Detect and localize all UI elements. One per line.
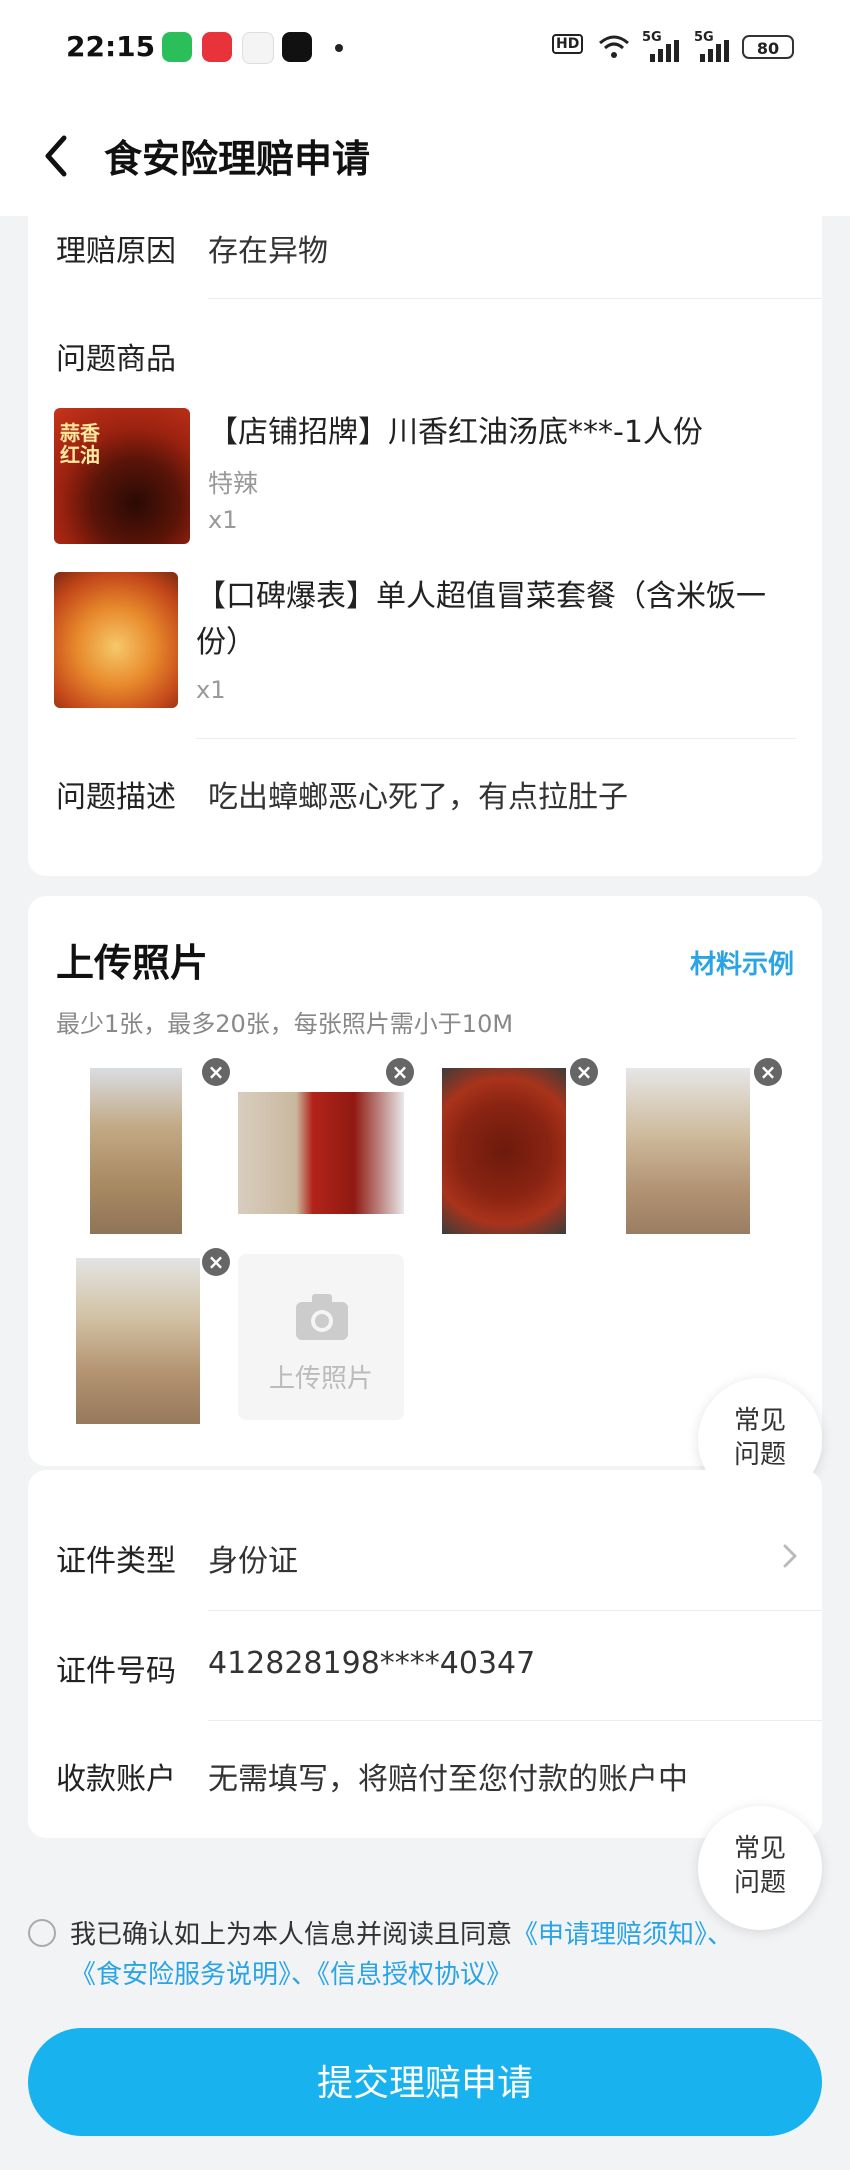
product-quantity: x1 (196, 676, 226, 704)
back-icon[interactable] (36, 126, 76, 186)
product-name: 【店铺招牌】川香红油汤底***-1人份 (208, 415, 703, 450)
account-value: 无需填写，将赔付至您付款的账户中 (208, 1762, 688, 1797)
agreement-prefix: 我已确认如上为本人信息并阅读且同意 (70, 1920, 513, 1950)
hd-icon: HD (552, 34, 584, 54)
claim-notice-link[interactable]: 《申请理赔须知》 (512, 1920, 707, 1950)
faq-label: 问题 (733, 1868, 786, 1898)
material-example-link[interactable]: 材料示例 (690, 944, 794, 981)
faq-label: 常见 (733, 1834, 786, 1864)
divider (208, 1720, 822, 1721)
remove-photo-icon[interactable]: × (386, 1058, 414, 1086)
reason-value: 存在异物 (208, 234, 328, 269)
product-quantity: x1 (208, 506, 238, 534)
upload-photo-button[interactable]: 上传照片 (238, 1254, 404, 1420)
upload-photo-label: 上传照片 (268, 1364, 373, 1394)
divider (196, 738, 796, 739)
tiktok-icon (282, 32, 312, 62)
remove-photo-icon[interactable]: × (570, 1058, 598, 1086)
authorization-agreement-link[interactable]: 《信息授权协议》 (317, 1960, 512, 1990)
product-image: 蒜香红油 (54, 408, 190, 544)
description-value: 吃出蟑螂恶心死了，有点拉肚子 (208, 780, 628, 815)
id-type-label: 证件类型 (56, 1544, 176, 1579)
upload-hint: 最少1张，最多20张，每张照片需小于10M (56, 1010, 514, 1038)
product-name: 【口碑爆表】单人超值冒菜套餐（含米饭一份） (196, 579, 766, 660)
wifi-icon (599, 35, 629, 58)
description-label: 问题描述 (56, 780, 176, 815)
product-image-label: 蒜香红油 (60, 421, 100, 467)
agreement-separator: 、 (291, 1960, 318, 1990)
remove-photo-icon[interactable]: × (202, 1058, 230, 1086)
app-notification-icon (202, 32, 232, 62)
signal-bars-icon (650, 40, 679, 62)
nav-bar: 食安险理赔申请 (0, 96, 850, 216)
app-notification-icon (162, 32, 192, 62)
status-bar: 22:15 HD 5G 5G 80 (0, 0, 850, 96)
faq-label: 问题 (733, 1440, 786, 1470)
id-number-value: 412828198****40347 (208, 1646, 536, 1681)
photo-thumbnail[interactable] (238, 1092, 404, 1214)
identity-card: 证件类型 身份证 证件号码 412828198****40347 收款账户 无需… (28, 1470, 822, 1838)
reason-label: 理赔原因 (56, 234, 176, 269)
id-number-label: 证件号码 (56, 1654, 176, 1689)
camera-icon (296, 1294, 348, 1340)
claim-info-card: 理赔原因 存在异物 问题商品 蒜香红油 【店铺招牌】川香红油汤底***-1人份 … (28, 216, 822, 876)
agreement-checkbox[interactable] (28, 1919, 56, 1947)
app-notification-icon (242, 32, 274, 64)
photo-thumbnail[interactable] (90, 1068, 182, 1234)
account-label: 收款账户 (56, 1762, 176, 1797)
divider (208, 298, 822, 299)
remove-photo-icon[interactable]: × (754, 1058, 782, 1086)
chevron-right-icon[interactable] (780, 1540, 800, 1572)
products-label: 问题商品 (56, 342, 176, 377)
divider (208, 1610, 822, 1611)
photo-thumbnail[interactable] (442, 1068, 566, 1234)
page-title: 食安险理赔申请 (104, 137, 371, 181)
id-type-value[interactable]: 身份证 (208, 1536, 298, 1580)
submit-claim-button[interactable]: 提交理赔申请 (28, 2028, 822, 2136)
battery-icon: 80 (742, 35, 794, 59)
upload-photos-card: 上传照片 材料示例 最少1张，最多20张，每张照片需小于10M × × × × … (28, 896, 822, 1466)
service-description-link[interactable]: 《食安险服务说明》 (70, 1960, 291, 1990)
upload-title: 上传照片 (56, 941, 209, 985)
agreement-text: 我已确认如上为本人信息并阅读且同意《申请理赔须知》、 《食安险服务说明》、《信息… (70, 1915, 810, 1995)
agreement-separator: 、 (707, 1920, 734, 1950)
more-notifications-icon (335, 44, 343, 52)
faq-button[interactable]: 常见 问题 (698, 1806, 822, 1930)
photo-thumbnail[interactable] (76, 1258, 200, 1424)
faq-label: 常见 (733, 1406, 786, 1436)
signal-bars-icon (700, 40, 729, 62)
product-image (54, 572, 178, 708)
status-time: 22:15 (66, 30, 156, 63)
product-spec: 特辣 (208, 469, 259, 498)
photo-thumbnail[interactable] (626, 1068, 750, 1234)
remove-photo-icon[interactable]: × (202, 1248, 230, 1276)
